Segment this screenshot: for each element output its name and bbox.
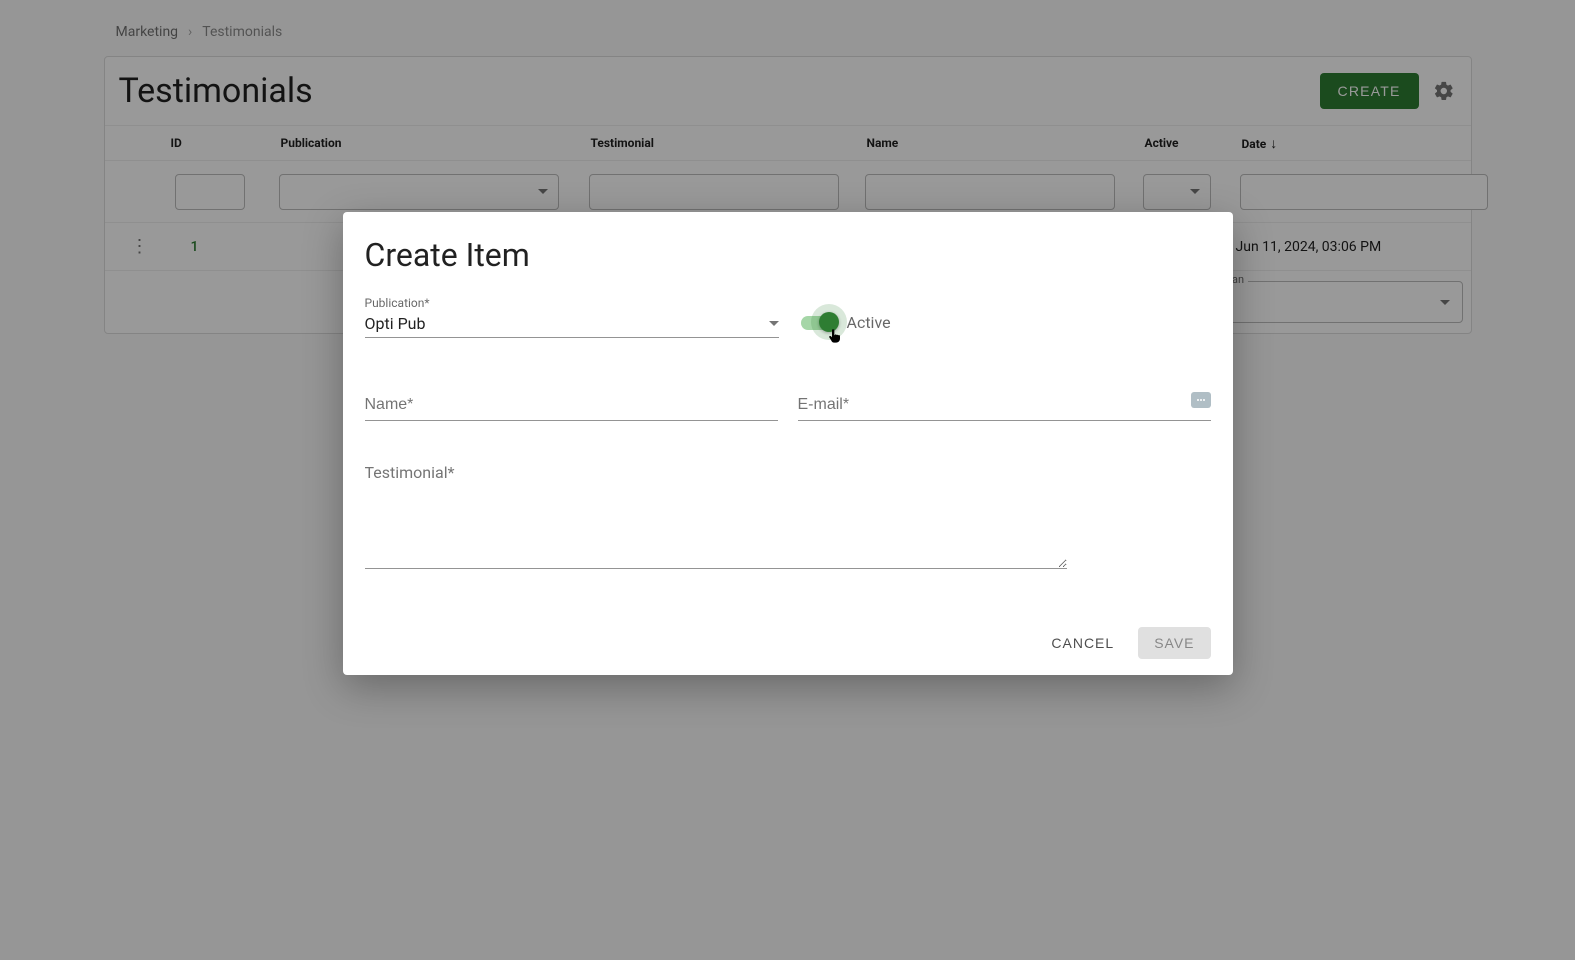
modal-overlay[interactable]: Create Item Publication* Opti Pub Active [0, 0, 1575, 960]
save-button[interactable]: SAVE [1138, 627, 1210, 659]
active-toggle[interactable] [801, 316, 837, 330]
publication-label: Publication* [365, 296, 779, 310]
dialog-title: Create Item [365, 236, 1211, 274]
testimonial-textarea[interactable] [365, 459, 1067, 569]
cancel-button[interactable]: CANCEL [1039, 627, 1126, 659]
email-input[interactable] [798, 390, 1211, 421]
caret-down-icon [769, 321, 779, 326]
name-input[interactable] [365, 390, 778, 421]
create-item-dialog: Create Item Publication* Opti Pub Active [343, 212, 1233, 675]
publication-select[interactable]: Publication* Opti Pub [365, 296, 779, 338]
publication-value: Opti Pub [365, 314, 426, 333]
active-label: Active [847, 313, 891, 332]
autofill-icon[interactable] [1191, 392, 1211, 408]
